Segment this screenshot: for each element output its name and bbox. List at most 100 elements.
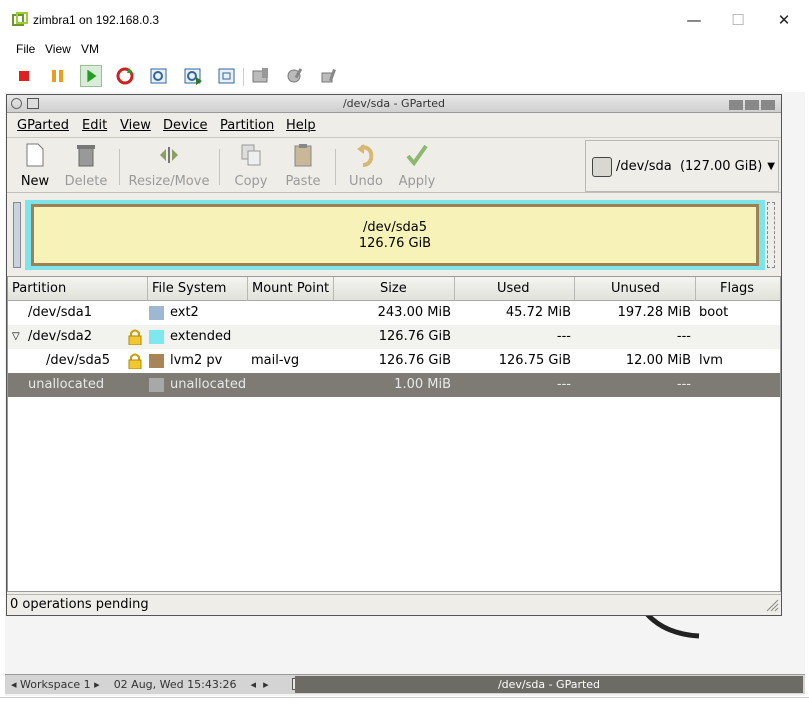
column-flags[interactable]: Flags: [696, 277, 780, 301]
gparted-close-button[interactable]: [761, 100, 775, 110]
gparted-menubar: GParted Edit View Device Partition Help: [7, 114, 781, 138]
host-toolbar: [0, 60, 809, 92]
reset-icon[interactable]: [114, 65, 136, 87]
play-icon[interactable]: [80, 65, 102, 87]
cell-unused: ---: [676, 329, 691, 344]
prev-workspace-arrow-icon[interactable]: ◂: [11, 678, 20, 691]
snapshot-restore-icon[interactable]: [182, 65, 204, 87]
cell-used: 45.72 MiB: [505, 305, 571, 320]
table-row-selected[interactable]: unallocated unallocated 1.00 MiB --- ---: [8, 373, 780, 397]
host-menu-file[interactable]: File: [16, 42, 35, 56]
column-mount-point[interactable]: Mount Point: [248, 277, 334, 301]
menu-device[interactable]: Device: [163, 118, 207, 133]
cell-partition: /dev/sda1: [28, 305, 92, 320]
cell-size: 126.76 GiB: [378, 353, 451, 368]
table-row[interactable]: /dev/sda1 ext2 243.00 MiB 45.72 MiB 197.…: [8, 301, 780, 325]
cell-flags: lvm: [699, 353, 723, 368]
graph-partition-size: 126.76 GiB: [358, 236, 432, 251]
gparted-window: /dev/sda - GParted GParted Edit View Dev…: [6, 94, 782, 616]
toolbar-separator: [219, 149, 220, 185]
column-partition[interactable]: Partition: [8, 277, 148, 301]
new-button[interactable]: New: [17, 143, 53, 189]
cell-unused: 197.28 MiB: [617, 305, 691, 320]
cell-partition: unallocated: [28, 377, 105, 392]
copy-icon: [241, 144, 261, 166]
toolbar-separator: [119, 149, 120, 185]
host-titlebar: zimbra1 on 192.168.0.3 — ☐ ✕: [0, 0, 809, 40]
cell-used: 126.75 GiB: [498, 353, 571, 368]
pause-icon[interactable]: [46, 65, 68, 87]
close-button[interactable]: ✕: [766, 8, 802, 32]
prev-task-arrow-icon[interactable]: ◂: [251, 678, 257, 691]
taskbar-item-gparted[interactable]: /dev/sda - GParted: [295, 676, 803, 693]
status-bar: 0 operations pending: [7, 594, 781, 614]
device-selector-label: /dev/sda (127.00 GiB): [616, 159, 762, 174]
desktop-wallpaper-decoration: [645, 612, 700, 639]
cell-partition: /dev/sda5: [46, 353, 110, 368]
host-menu-vm[interactable]: VM: [81, 42, 99, 56]
table-row[interactable]: ▽ /dev/sda2 extended 126.76 GiB --- ---: [8, 325, 780, 349]
new-document-icon: [26, 143, 44, 167]
device-name: /dev/sda: [616, 159, 672, 174]
cell-file-system: unallocated: [170, 377, 247, 392]
menu-edit[interactable]: Edit: [82, 118, 107, 133]
gparted-minimize-button[interactable]: [729, 100, 743, 110]
vm-settings-icon[interactable]: [250, 65, 272, 87]
host-status-area: [0, 697, 809, 719]
menu-partition[interactable]: Partition: [220, 118, 274, 133]
column-unused[interactable]: Unused: [575, 277, 696, 301]
workspace-label: Workspace 1: [20, 678, 91, 691]
filesystem-color-swatch: [149, 330, 164, 344]
gparted-titlebar[interactable]: /dev/sda - GParted: [7, 95, 781, 113]
vm-tools-icon[interactable]: [318, 65, 340, 87]
toolbar-separator: [243, 68, 244, 86]
table-row[interactable]: /dev/sda5 lvm2 pv mail-vg 126.76 GiB 126…: [8, 349, 780, 373]
snapshot-manager-icon[interactable]: [216, 65, 238, 87]
delete-button[interactable]: Delete: [64, 143, 108, 189]
partition-graph-extended[interactable]: /dev/sda5 126.76 GiB: [25, 200, 765, 270]
undo-button[interactable]: Undo: [347, 143, 385, 189]
column-size[interactable]: Size: [334, 277, 455, 301]
delete-icon: [77, 145, 95, 167]
stop-icon[interactable]: [13, 65, 35, 87]
resize-grip-icon[interactable]: [765, 598, 779, 612]
next-workspace-arrow-icon[interactable]: ▸: [91, 678, 100, 691]
paste-button[interactable]: Paste: [282, 143, 324, 189]
host-menu-view[interactable]: View: [45, 42, 71, 56]
guest-taskbar: ◂ Workspace 1 ▸ 02 Aug, Wed 15:43:26 ◂ ▸…: [5, 674, 805, 694]
device-selector[interactable]: /dev/sda (127.00 GiB) ▼: [585, 140, 779, 192]
minimize-button[interactable]: —: [676, 8, 712, 32]
filesystem-color-swatch: [149, 306, 164, 320]
cell-size: 243.00 MiB: [377, 305, 451, 320]
next-task-arrow-icon[interactable]: ▸: [263, 678, 269, 691]
cell-unused: 12.00 MiB: [625, 353, 691, 368]
harddisk-icon: [592, 157, 612, 177]
vm-edit-icon[interactable]: [284, 65, 306, 87]
column-file-system[interactable]: File System: [148, 277, 248, 301]
gparted-window-controls[interactable]: [727, 99, 775, 113]
cell-used: ---: [556, 377, 571, 392]
host-menubar: File View VM: [0, 40, 809, 60]
partition-graph-sda5[interactable]: /dev/sda5 126.76 GiB: [31, 204, 759, 266]
snapshot-icon[interactable]: [148, 65, 170, 87]
workspace-switcher[interactable]: ◂ Workspace 1 ▸ 02 Aug, Wed 15:43:26 ◂ ▸: [11, 678, 269, 691]
collapse-arrow-icon[interactable]: ▽: [12, 325, 20, 349]
column-used[interactable]: Used: [455, 277, 575, 301]
maximize-button[interactable]: ☐: [720, 8, 756, 32]
partition-graph-unallocated-segment[interactable]: [767, 202, 775, 268]
apply-button[interactable]: Apply: [397, 143, 437, 189]
resize-move-button-label: Resize/Move: [128, 174, 210, 189]
partition-graph-sda1-segment[interactable]: [13, 202, 21, 268]
gparted-maximize-button[interactable]: [745, 100, 759, 110]
resize-move-button[interactable]: Resize/Move: [127, 143, 211, 189]
paste-icon: [294, 144, 312, 167]
graph-partition-name: /dev/sda5: [363, 220, 427, 235]
dropdown-arrow-icon: ▼: [767, 161, 775, 172]
copy-button[interactable]: Copy: [231, 143, 271, 189]
lock-icon: [128, 329, 142, 345]
menu-gparted[interactable]: GParted: [17, 118, 69, 133]
menu-view[interactable]: View: [120, 118, 151, 133]
new-button-label: New: [20, 174, 50, 189]
menu-help[interactable]: Help: [286, 118, 316, 133]
filesystem-color-swatch: [149, 354, 164, 368]
